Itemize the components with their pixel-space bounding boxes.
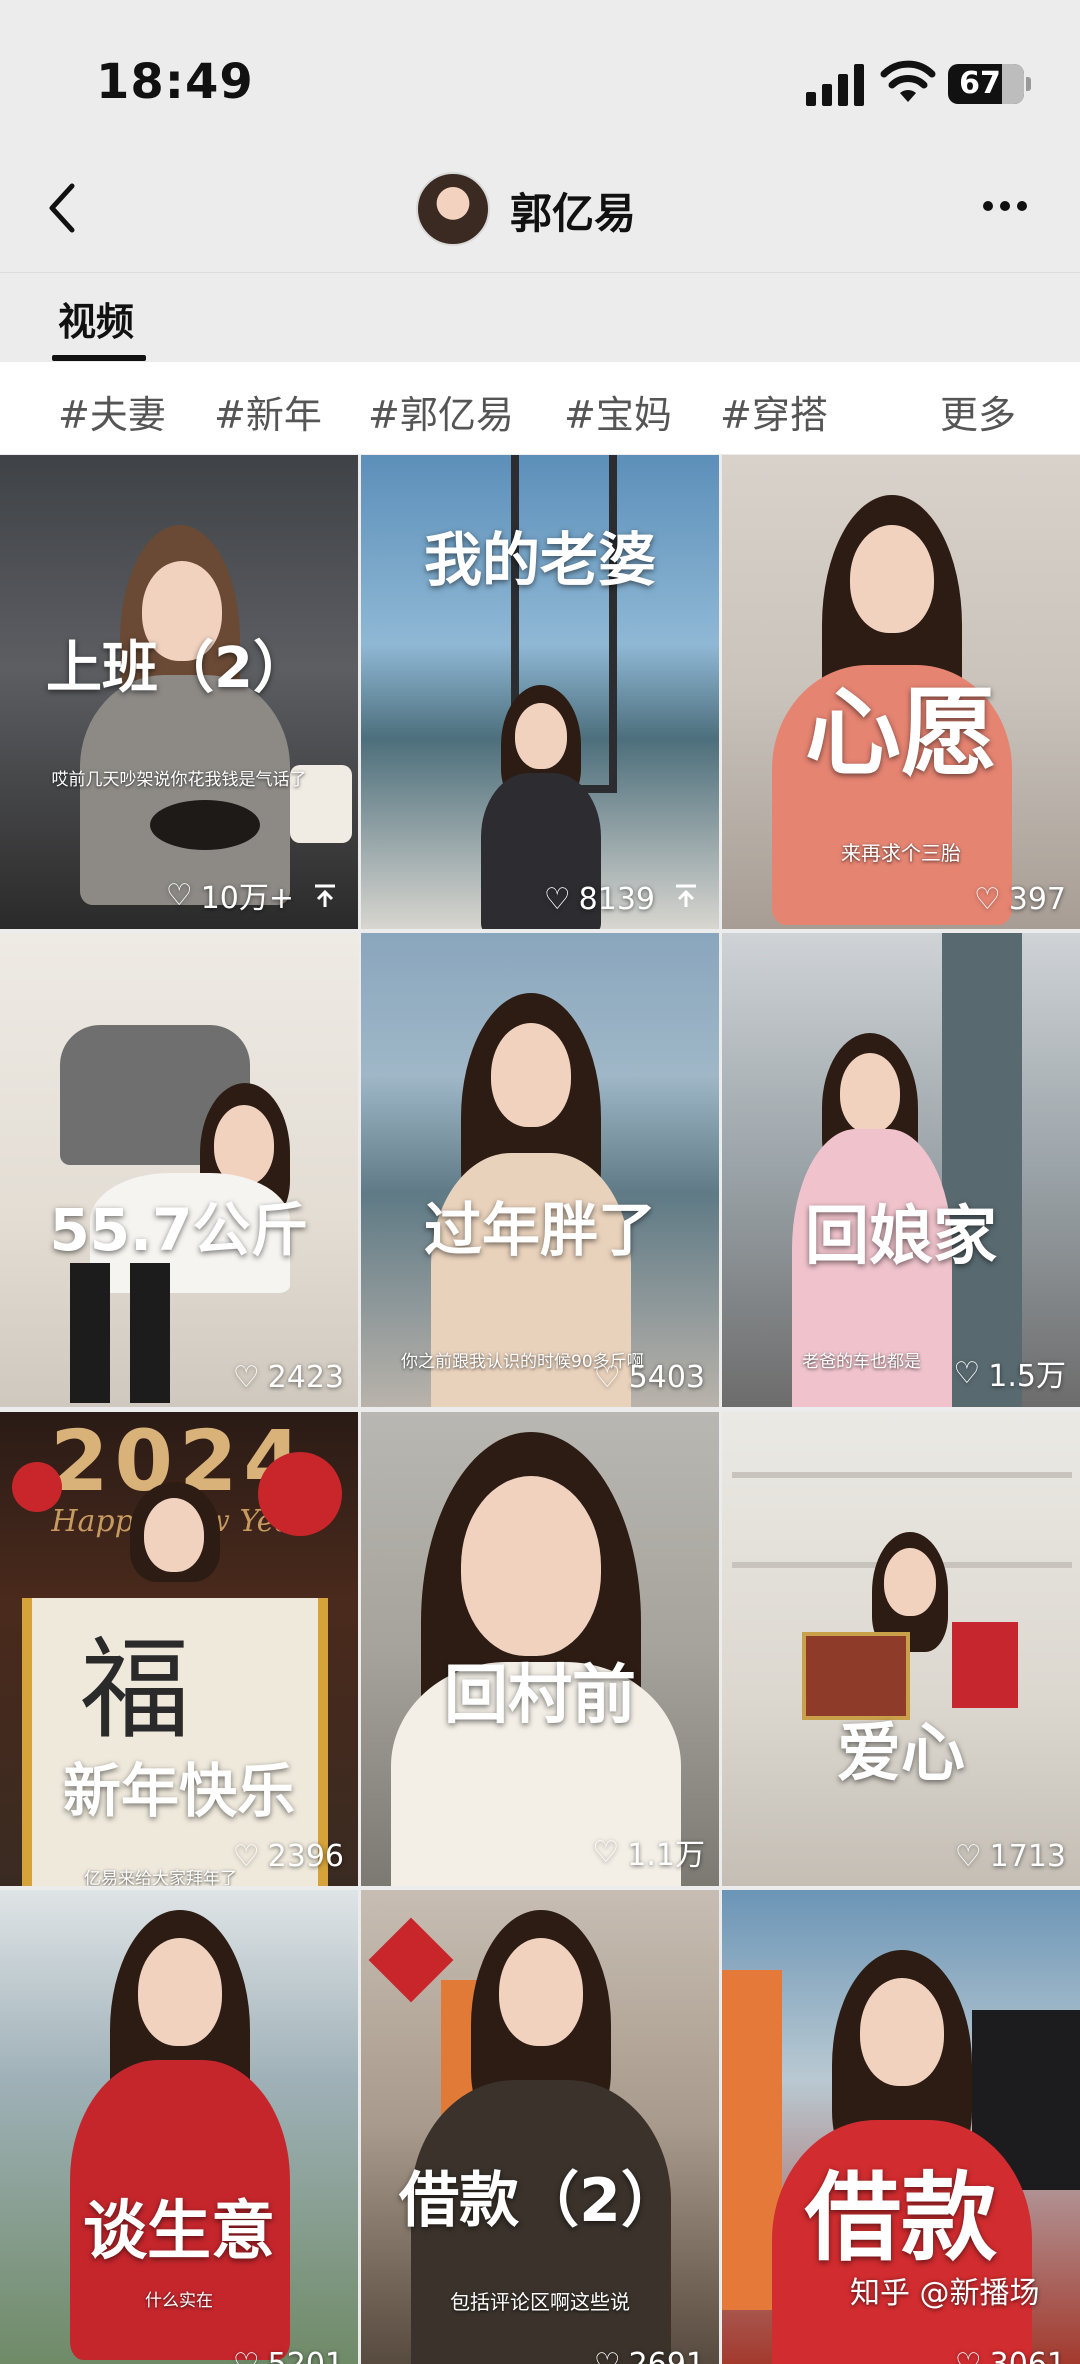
video-title: 新年快乐 xyxy=(62,1757,295,1825)
video-title: 55.7公斤 xyxy=(49,1196,309,1264)
video-card[interactable]: 过年胖了 你之前跟我认识的时候90多斤啊 ♡ 5403 xyxy=(361,933,719,1407)
battery-icon: 67 xyxy=(948,64,1024,104)
heart-icon: ♡ xyxy=(955,2347,982,2364)
video-title: 过年胖了 xyxy=(423,1196,656,1264)
video-card[interactable]: 爱心 ♡ 1713 xyxy=(722,1412,1080,1886)
video-card[interactable]: 回村前 ♡ 1.1万 xyxy=(361,1412,719,1886)
hashtag-chip[interactable]: #穿搭 xyxy=(720,384,828,439)
heart-icon: ♡ xyxy=(165,877,193,913)
fu-character: 福 xyxy=(80,1626,190,1754)
nav-bar: 郭亿易 xyxy=(0,150,1080,270)
status-time: 18:49 xyxy=(96,54,254,110)
video-title: 借款（2） xyxy=(399,2166,681,2236)
wifi-icon xyxy=(880,60,936,102)
video-title: 谈生意 xyxy=(83,2195,275,2269)
like-count: ♡3061 xyxy=(955,2347,1066,2364)
heart-icon: ♡ xyxy=(954,1839,982,1874)
heart-icon: ♡ xyxy=(973,882,1001,917)
like-count: ♡5201 xyxy=(233,2347,344,2364)
like-count: ♡ 1713 xyxy=(954,1839,1066,1874)
video-card[interactable]: 55.7公斤 ♡ 2423 xyxy=(0,933,358,1407)
heart-icon: ♡ xyxy=(592,1834,620,1870)
hashtag-chip[interactable]: #夫妻 xyxy=(58,384,166,439)
like-count: ♡ 8139 xyxy=(543,882,655,917)
video-title: 上班（2） xyxy=(46,636,309,701)
heart-icon: ♡ xyxy=(543,882,571,917)
like-count: ♡2691 xyxy=(594,2347,705,2364)
profile-name[interactable]: 郭亿易 xyxy=(510,180,636,241)
video-title: 心愿 xyxy=(805,677,997,789)
heart-icon: ♡ xyxy=(233,2347,260,2364)
like-count: ♡ 1.5万 xyxy=(953,1355,1066,1395)
video-subtitle: 来再求个三胎 xyxy=(841,841,961,865)
hashtag-bar: #夫妻 #新年 #郭亿易 #宝妈 #穿搭 更多 xyxy=(0,362,1080,454)
video-title: 我的老婆 xyxy=(423,526,656,594)
hashtag-more-button[interactable]: 更多 xyxy=(940,384,1016,439)
battery-cap xyxy=(1026,77,1031,91)
tab-videos[interactable]: 视频 xyxy=(58,291,134,346)
video-card[interactable]: 借款（2） 包括评论区啊这些说 ♡2691 xyxy=(361,1890,719,2364)
watermark: 知乎 @新播场 xyxy=(850,2276,1040,2311)
tab-indicator xyxy=(52,355,146,361)
like-count: ♡ 2423 xyxy=(232,1360,344,1395)
back-arrow-icon[interactable] xyxy=(40,178,90,238)
video-card[interactable]: 2024 Happy New Year 福 新年快乐 亿易来给大家拜年了 ♡23… xyxy=(0,1412,358,1886)
like-count: ♡ 2396 xyxy=(232,1839,344,1874)
video-title: 回娘家 xyxy=(805,1200,997,1274)
like-count: ♡ 10万+ xyxy=(165,877,294,917)
video-title: 回村前 xyxy=(444,1659,636,1733)
battery-level: 67 xyxy=(959,66,1001,101)
video-subtitle: 什么实在 xyxy=(145,2291,213,2311)
profile-avatar[interactable] xyxy=(416,172,490,246)
video-card[interactable]: 上班（2） 哎前几天吵架说你花我钱是气话了 ♡ 10万+ xyxy=(0,455,358,929)
tab-bar: 视频 xyxy=(0,272,1080,361)
hashtag-chip[interactable]: #新年 xyxy=(214,384,322,439)
status-bar: 18:49 67 xyxy=(0,0,1080,150)
cellular-signal-icon xyxy=(806,64,864,106)
like-count: ♡ 397 xyxy=(973,882,1066,917)
video-title: 借款 xyxy=(805,2162,997,2274)
video-subtitle: 哎前几天吵架说你花我钱是气话了 xyxy=(51,770,307,790)
hashtag-chip[interactable]: #宝妈 xyxy=(564,384,672,439)
video-card[interactable]: 心愿 来再求个三胎 ♡ 397 xyxy=(722,455,1080,929)
heart-icon: ♡ xyxy=(593,1360,621,1395)
video-card[interactable]: 谈生意 什么实在 ♡5201 xyxy=(0,1890,358,2364)
video-subtitle: 包括评论区啊这些说 xyxy=(450,2290,630,2314)
like-count: ♡ 5403 xyxy=(593,1360,705,1395)
heart-icon: ♡ xyxy=(953,1355,981,1391)
pinned-icon xyxy=(676,884,696,907)
video-card[interactable]: 我的老婆 ♡ 8139 xyxy=(361,455,719,929)
video-title: 爱心 xyxy=(837,1717,965,1791)
more-options-icon[interactable] xyxy=(980,198,1030,214)
heart-icon: ♡ xyxy=(232,1839,260,1874)
heart-icon: ♡ xyxy=(594,2347,621,2364)
like-count: ♡ 1.1万 xyxy=(592,1834,705,1874)
heart-icon: ♡ xyxy=(232,1360,260,1395)
video-card[interactable]: 回娘家 老爸的车也都是 ♡ 1.5万 xyxy=(722,933,1080,1407)
hashtag-chip[interactable]: #郭亿易 xyxy=(368,384,514,439)
pinned-icon xyxy=(315,884,335,907)
